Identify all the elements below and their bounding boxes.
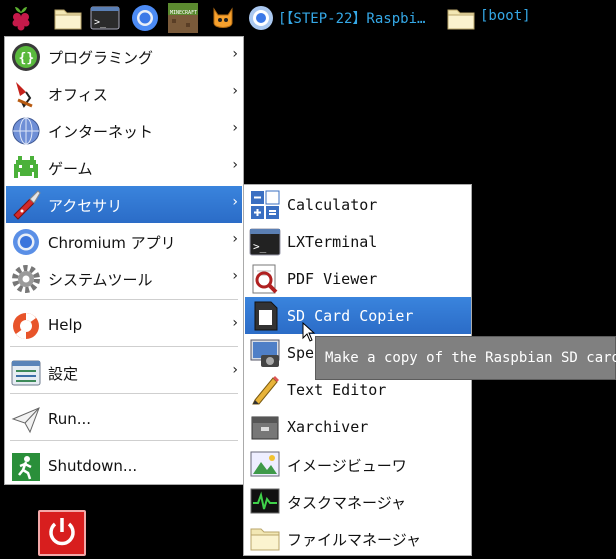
- submenu-item-label: PDF Viewer: [287, 270, 378, 288]
- svg-text:>_: >_: [94, 17, 107, 28]
- accessories-knife-icon: [10, 189, 42, 221]
- svg-text:>_: >_: [253, 240, 267, 253]
- programming-icon: {}: [10, 41, 42, 73]
- raspberry-icon[interactable]: [6, 3, 36, 33]
- menu-item-system-tools[interactable]: システムツール ›: [6, 260, 242, 297]
- submenu-arrow-icon: ›: [232, 231, 238, 247]
- archive-icon: [249, 411, 281, 443]
- sd-card-icon: [249, 300, 281, 332]
- help-lifebuoy-icon: [10, 310, 42, 342]
- power-icon: [49, 518, 75, 546]
- submenu-item-label: ファイルマネージャ: [287, 531, 421, 549]
- menu-item-label: オフィス: [48, 86, 108, 104]
- menu-item-label: Chromium アプリ: [48, 234, 176, 252]
- menu-item-label: プログラミング: [48, 49, 154, 67]
- menu-separator: [10, 346, 238, 347]
- svg-text:{}: {}: [19, 51, 35, 66]
- game-invader-icon: [10, 152, 42, 184]
- minecraft-icon[interactable]: MINECRAFT: [168, 3, 198, 33]
- submenu-arrow-icon: ›: [232, 194, 238, 210]
- submenu-item-label: LXTerminal: [287, 233, 378, 251]
- menu-item-label: ゲーム: [48, 160, 93, 178]
- calculator-icon: [249, 189, 281, 221]
- taskbar: >_ MINECRAFT [【STEP-22】Raspbi… [boot]: [0, 0, 616, 36]
- menu-item-label: Shutdown...: [48, 457, 138, 475]
- menu-item-label: Run...: [48, 410, 92, 428]
- settings-icon: [10, 357, 42, 389]
- chromium-icon[interactable]: [130, 3, 160, 33]
- folder-icon[interactable]: [53, 3, 83, 33]
- submenu-arrow-icon: ›: [232, 120, 238, 136]
- shutdown-exit-icon: [10, 451, 42, 483]
- main-menu: {} プログラミング › オフィス › インターネット › ゲーム › アクセサ…: [4, 36, 244, 485]
- pdf-viewer-icon: [249, 263, 281, 295]
- task-manager-icon: [249, 485, 281, 517]
- tooltip: Make a copy of the Raspbian SD card: [315, 336, 616, 380]
- menu-item-run[interactable]: Run...: [6, 401, 242, 438]
- chromium-window-title[interactable]: [【STEP-22】Raspbi…: [278, 8, 425, 28]
- run-paper-plane-icon: [10, 404, 42, 436]
- menu-separator: [10, 440, 238, 441]
- menu-separator: [10, 393, 238, 394]
- scratch-icon[interactable]: [208, 3, 238, 33]
- menu-separator: [10, 299, 238, 300]
- submenu-arrow-icon: ›: [232, 315, 238, 331]
- submenu-item-lxterminal[interactable]: >_ LXTerminal: [245, 223, 471, 260]
- submenu-arrow-icon: ›: [232, 46, 238, 62]
- terminal-icon[interactable]: >_: [90, 3, 120, 33]
- tooltip-text: Make a copy of the Raspbian SD card: [325, 350, 616, 366]
- menu-item-label: Help: [48, 316, 83, 334]
- submenu-arrow-icon: ›: [232, 268, 238, 284]
- submenu-item-task-manager[interactable]: タスクマネージャ: [245, 482, 471, 519]
- submenu-arrow-icon: ›: [232, 83, 238, 99]
- submenu-item-label: Text Editor: [287, 381, 387, 399]
- chromium-window-icon[interactable]: [246, 3, 276, 33]
- submenu-item-label: Xarchiver: [287, 418, 369, 436]
- terminal-icon: >_: [249, 226, 281, 258]
- chromium-icon: [10, 226, 42, 258]
- menu-item-game[interactable]: ゲーム ›: [6, 149, 242, 186]
- submenu-item-file-manager[interactable]: ファイルマネージャ: [245, 519, 471, 556]
- menu-item-help[interactable]: Help ›: [6, 307, 242, 344]
- office-icon: [10, 78, 42, 110]
- svg-text:MINECRAFT: MINECRAFT: [170, 10, 197, 16]
- menu-item-accessories[interactable]: アクセサリ ›: [6, 186, 242, 223]
- menu-item-internet[interactable]: インターネット ›: [6, 112, 242, 149]
- submenu-arrow-icon: ›: [232, 362, 238, 378]
- system-gear-icon: [10, 263, 42, 295]
- image-viewer-icon: [249, 448, 281, 480]
- menu-item-label: 設定: [48, 365, 79, 383]
- menu-item-label: システムツール: [48, 271, 153, 289]
- menu-item-office[interactable]: オフィス ›: [6, 75, 242, 112]
- screenshot-camera-icon: [249, 337, 281, 369]
- menu-item-chromium-apps[interactable]: Chromium アプリ ›: [6, 223, 242, 260]
- mouse-cursor-icon: [302, 322, 316, 342]
- internet-globe-icon: [10, 115, 42, 147]
- submenu-arrow-icon: ›: [232, 157, 238, 173]
- submenu-item-label: タスクマネージャ: [287, 494, 406, 512]
- submenu-item-xarchiver[interactable]: Xarchiver: [245, 408, 471, 445]
- file-manager-folder-icon: [249, 522, 281, 554]
- menu-item-settings[interactable]: 設定 ›: [6, 354, 242, 391]
- menu-item-programming[interactable]: {} プログラミング ›: [6, 38, 242, 75]
- menu-item-shutdown[interactable]: Shutdown...: [6, 448, 242, 485]
- folder-window-icon[interactable]: [446, 3, 476, 33]
- text-editor-pencil-icon: [249, 374, 281, 406]
- folder-window-title[interactable]: [boot]: [480, 8, 531, 24]
- menu-item-label: インターネット: [48, 123, 154, 141]
- submenu-item-calculator[interactable]: Calculator: [245, 186, 471, 223]
- submenu-item-label: Calculator: [287, 196, 378, 214]
- power-button[interactable]: [38, 510, 86, 556]
- submenu-item-label: イメージビューワ: [287, 457, 407, 475]
- submenu-item-image-viewer[interactable]: イメージビューワ: [245, 445, 471, 482]
- menu-item-label: アクセサリ: [48, 197, 123, 215]
- submenu-item-sd-card-copier[interactable]: SD Card Copier: [245, 297, 471, 334]
- submenu-item-pdf-viewer[interactable]: PDF Viewer: [245, 260, 471, 297]
